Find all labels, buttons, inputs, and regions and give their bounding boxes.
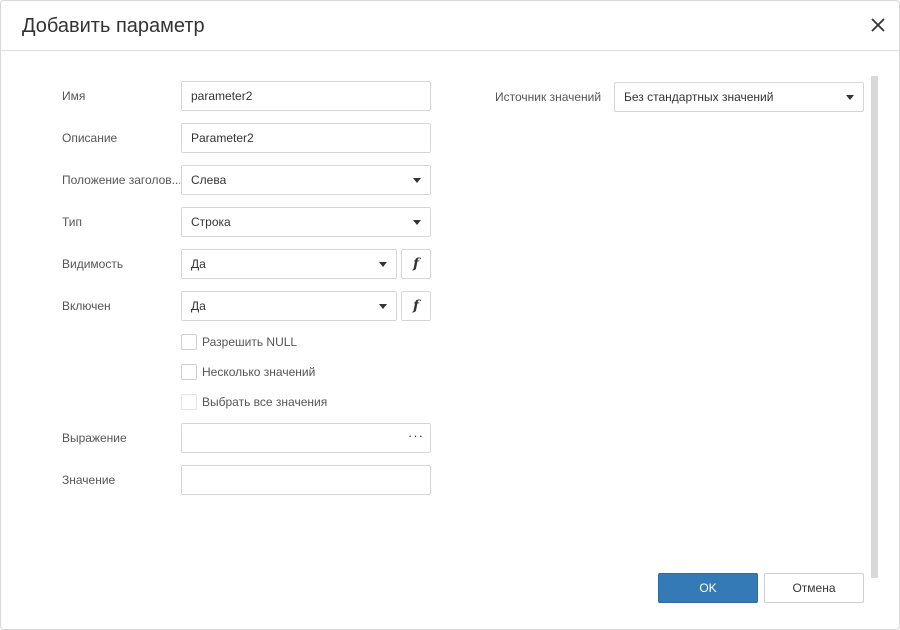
name-input-value: parameter2 — [191, 89, 253, 103]
select-all-checkbox — [181, 394, 197, 410]
add-parameter-dialog: Добавить параметр Имя parameter2 Описани… — [0, 0, 900, 630]
chevron-down-icon — [413, 220, 421, 225]
select-all-label: Выбрать все значения — [202, 395, 328, 409]
visibility-select[interactable]: Да — [181, 249, 397, 279]
ok-button[interactable]: OK — [658, 573, 758, 603]
cancel-button[interactable]: Отмена — [764, 573, 864, 603]
description-label: Описание — [62, 131, 118, 145]
expression-editor-button[interactable]: ··· — [408, 424, 424, 448]
allow-null-label: Разрешить NULL — [202, 335, 298, 349]
title-position-label: Положение заголов... — [62, 173, 180, 187]
expression-label: Выражение — [62, 431, 127, 445]
name-label: Имя — [62, 89, 86, 103]
chevron-down-icon — [379, 262, 387, 267]
multi-value-checkbox[interactable] — [181, 364, 197, 380]
title-position-value: Слева — [191, 173, 227, 187]
visibility-value: Да — [191, 257, 206, 271]
visibility-label: Видимость — [62, 257, 124, 271]
close-icon[interactable] — [867, 14, 889, 36]
description-input-value: Parameter2 — [191, 131, 254, 145]
name-input[interactable]: parameter2 — [181, 81, 431, 111]
dialog-title: Добавить параметр — [22, 15, 205, 37]
value-input[interactable] — [181, 465, 431, 495]
description-input[interactable]: Parameter2 — [181, 123, 431, 153]
type-label: Тип — [62, 215, 83, 229]
multi-value-label: Несколько значений — [202, 365, 316, 379]
scrollbar[interactable] — [871, 76, 878, 578]
chevron-down-icon — [846, 95, 854, 100]
expression-input[interactable]: ··· — [181, 423, 431, 453]
allow-null-checkbox[interactable] — [181, 334, 197, 350]
enabled-function-button[interactable]: f — [401, 291, 431, 321]
title-position-select[interactable]: Слева — [181, 165, 431, 195]
enabled-select[interactable]: Да — [181, 291, 397, 321]
value-source-value: Без стандартных значений — [624, 90, 774, 104]
type-select[interactable]: Строка — [181, 207, 431, 237]
value-label: Значение — [62, 473, 116, 487]
enabled-value: Да — [191, 299, 206, 313]
type-value: Строка — [191, 215, 231, 229]
chevron-down-icon — [379, 304, 387, 309]
enabled-label: Включен — [62, 299, 111, 313]
visibility-function-button[interactable]: f — [401, 249, 431, 279]
chevron-down-icon — [413, 178, 421, 183]
value-source-select[interactable]: Без стандартных значений — [614, 82, 864, 112]
value-source-label: Источник значений — [495, 90, 602, 104]
dialog-header: Добавить параметр — [1, 1, 899, 51]
